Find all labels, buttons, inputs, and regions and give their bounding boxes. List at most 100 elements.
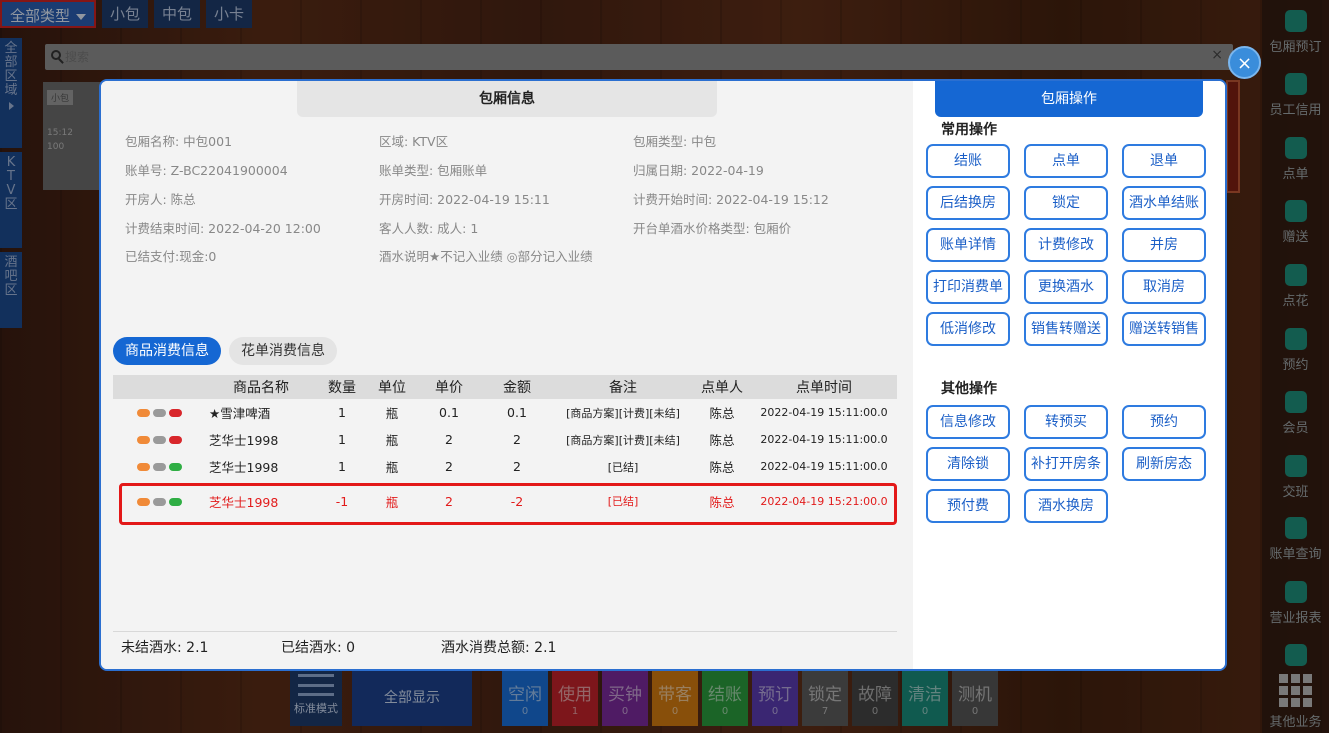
row-amount: 2 [513, 459, 521, 474]
info-opener: 开房人: 陈总 [125, 192, 196, 207]
tag-icon [136, 463, 150, 471]
settled-icon [168, 463, 182, 471]
other-ops-label: 其他操作 [941, 381, 997, 397]
row-price: 0.1 [439, 405, 459, 420]
highlight-box [119, 483, 897, 525]
table-header: 商品名称 数量 单位 单价 金额 备注 点单人 点单时间 [113, 375, 897, 399]
reprint-open-slip-button[interactable]: 补打开房条 [1024, 447, 1108, 481]
info-open-time: 开房时间: 2022-04-19 15:11 [379, 192, 550, 207]
reserve-button[interactable]: 预约 [1122, 405, 1206, 439]
col-name: 商品名称 [205, 375, 317, 399]
gift-to-sale-button[interactable]: 赠送转销售 [1122, 312, 1206, 346]
tab-goods-consumption[interactable]: 商品消费信息 [113, 337, 221, 365]
cancel-order-button[interactable]: 退单 [1122, 144, 1206, 178]
info-guests: 客人人数: 成人: 1 [379, 221, 479, 236]
table-row[interactable]: 芝华士1998 1 瓶 2 2 [商品方案][计费][未结] 陈总 2022-0… [113, 426, 897, 453]
consumption-tabs: 商品消费信息 花单消费信息 [113, 337, 337, 365]
tab-flower-consumption[interactable]: 花单消费信息 [229, 337, 337, 365]
row-remark: [商品方案][计费][未结] [566, 433, 680, 447]
row-qty: 1 [338, 405, 346, 420]
lock-button[interactable]: 锁定 [1024, 186, 1108, 220]
row-badges [113, 453, 205, 480]
to-prepurchase-button[interactable]: 转预买 [1024, 405, 1108, 439]
unsettled-icon [168, 409, 182, 417]
charge-edit-button[interactable]: 计费修改 [1024, 228, 1108, 262]
row-price: 2 [445, 432, 453, 447]
col-remark: 备注 [553, 375, 693, 399]
row-remark: [商品方案][计费][未结] [566, 406, 680, 420]
change-drink-button[interactable]: 更换酒水 [1024, 270, 1108, 304]
info-area: 区域: KTV区 [379, 134, 449, 149]
row-unit: 瓶 [385, 460, 399, 475]
info-bill-type: 账单类型: 包厢账单 [379, 163, 488, 178]
table-row[interactable]: ★雪津啤酒 1 瓶 0.1 0.1 [商品方案][计费][未结] 陈总 2022… [113, 399, 897, 426]
close-modal-button[interactable]: × [1228, 46, 1261, 79]
summary-settled: 已结酒水: 0 [281, 640, 356, 656]
info-room-type: 包厢类型: 中包 [633, 134, 717, 149]
info-edit-button[interactable]: 信息修改 [926, 405, 1010, 439]
table-row[interactable]: 芝华士1998 1 瓶 2 2 [已结] 陈总 2022-04-19 15:11… [113, 453, 897, 480]
info-charge-start: 计费开始时间: 2022-04-19 15:12 [633, 192, 829, 207]
prepay-button[interactable]: 预付费 [926, 489, 1010, 523]
print-bill-button[interactable]: 打印消费单 [926, 270, 1010, 304]
summary-total: 酒水消费总额: 2.1 [441, 640, 557, 656]
post-checkout-change-room-button[interactable]: 后结换房 [926, 186, 1010, 220]
merge-room-button[interactable]: 并房 [1122, 228, 1206, 262]
row-badges [113, 399, 205, 426]
row-orderer: 陈总 [709, 460, 735, 475]
info-bill-no: 账单号: Z-BC22041900004 [125, 163, 288, 178]
row-name: 芝华士1998 [209, 460, 279, 475]
order-button[interactable]: 点单 [1024, 144, 1108, 178]
col-badges [113, 375, 205, 399]
row-time: 2022-04-19 15:11:00.0 [760, 433, 888, 446]
refresh-room-status-button[interactable]: 刷新房态 [1122, 447, 1206, 481]
col-qty: 数量 [317, 375, 367, 399]
row-amount: 0.1 [507, 405, 527, 420]
clear-lock-button[interactable]: 清除锁 [926, 447, 1010, 481]
info-paid: 已结支付:现金:0 [125, 249, 217, 264]
summary-divider [113, 631, 897, 632]
row-remark: [已结] [607, 460, 639, 474]
row-time: 2022-04-19 15:11:00.0 [760, 406, 888, 419]
room-detail-modal: 包厢信息 包厢名称: 中包001 区域: KTV区 包厢类型: 中包 账单号: … [99, 79, 1227, 671]
drink-change-room-button[interactable]: 酒水换房 [1024, 489, 1108, 523]
row-name: 芝华士1998 [209, 433, 279, 448]
room-info-panel: 包厢信息 包厢名称: 中包001 区域: KTV区 包厢类型: 中包 账单号: … [101, 81, 913, 669]
unsettled-icon [168, 436, 182, 444]
room-ops-panel: 包厢操作 常用操作 结账 点单 退单 后结换房 锁定 酒水单结账 账单详情 计费… [913, 81, 1225, 669]
row-price: 2 [445, 459, 453, 474]
info-belong-date: 归属日期: 2022-04-19 [633, 163, 764, 178]
min-charge-edit-button[interactable]: 低消修改 [926, 312, 1010, 346]
tag-icon [136, 436, 150, 444]
common-ops-label: 常用操作 [941, 122, 997, 138]
tag-icon [152, 463, 166, 471]
cancel-room-button[interactable]: 取消房 [1122, 270, 1206, 304]
tag-icon [136, 409, 150, 417]
row-orderer: 陈总 [709, 406, 735, 421]
col-amount: 金额 [481, 375, 553, 399]
row-name: ★雪津啤酒 [209, 406, 271, 421]
row-time: 2022-04-19 15:11:00.0 [760, 460, 888, 473]
tag-icon [152, 436, 166, 444]
col-time: 点单时间 [751, 375, 897, 399]
info-drink-note: 酒水说明★不记入业绩 ◎部分记入业绩 [379, 249, 593, 264]
row-badges [113, 426, 205, 453]
bill-detail-button[interactable]: 账单详情 [926, 228, 1010, 262]
info-price-type: 开台单酒水价格类型: 包厢价 [633, 221, 792, 236]
row-amount: 2 [513, 432, 521, 447]
col-orderer: 点单人 [693, 375, 751, 399]
row-unit: 瓶 [385, 406, 399, 421]
col-price: 单价 [417, 375, 481, 399]
row-unit: 瓶 [385, 433, 399, 448]
drink-bill-checkout-button[interactable]: 酒水单结账 [1122, 186, 1206, 220]
room-ops-title: 包厢操作 [935, 81, 1203, 117]
row-qty: 1 [338, 432, 346, 447]
checkout-button[interactable]: 结账 [926, 144, 1010, 178]
row-qty: 1 [338, 459, 346, 474]
info-room-name: 包厢名称: 中包001 [125, 134, 233, 149]
info-charge-end: 计费结束时间: 2022-04-20 12:00 [125, 221, 321, 236]
room-info-title: 包厢信息 [297, 81, 717, 117]
sale-to-gift-button[interactable]: 销售转赠送 [1024, 312, 1108, 346]
col-unit: 单位 [367, 375, 417, 399]
row-orderer: 陈总 [709, 433, 735, 448]
